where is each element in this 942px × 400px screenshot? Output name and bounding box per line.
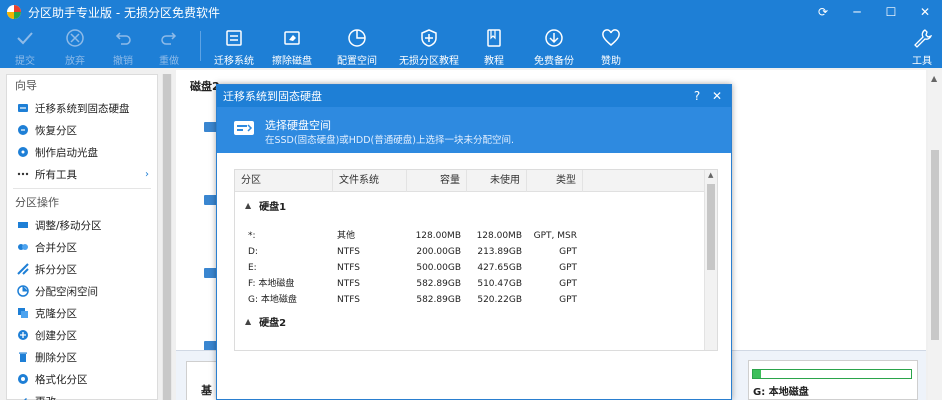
col-type[interactable]: 类型 [527, 170, 583, 192]
partition-ops-section-title: 分区操作 [15, 196, 59, 209]
redo-icon [157, 27, 181, 49]
banner-subtitle: 在SSD(固态硬盘)或HDD(普通硬盘)上选择一块未分配空间. [265, 135, 514, 146]
col-filesystem[interactable]: 文件系统 [333, 170, 407, 192]
clone-icon [17, 307, 29, 319]
table-scrollbar[interactable]: ▲ [704, 170, 717, 350]
sidebar-item-all-tools[interactable]: 所有工具 › [7, 163, 157, 185]
dialog-banner: 选择硬盘空间 在SSD(固态硬盘)或HDD(普通硬盘)上选择一块未分配空间. [217, 107, 731, 153]
sidebar-item-migrate-ssd[interactable]: 迁移系统到固态硬盘 [7, 97, 157, 119]
pie-chart-icon [345, 27, 369, 49]
boot-disc-icon [17, 146, 29, 158]
table-header: 分区 文件系统 容量 未使用 类型 [235, 170, 705, 192]
disk-group-2[interactable]: ▲ 硬盘2 [245, 312, 286, 330]
sidebar-item-merge[interactable]: 合并分区 [7, 236, 157, 258]
maximize-button[interactable]: ☐ [874, 0, 908, 24]
wizard-section-title: 向导 [15, 79, 37, 92]
edit-icon [17, 395, 29, 400]
heart-icon [599, 27, 623, 49]
book-icon [482, 27, 506, 49]
tutorial-button[interactable]: 教程 [469, 24, 519, 68]
dialog-close-button[interactable]: ✕ [707, 85, 727, 107]
allocate-space-button[interactable]: 配置空间 [325, 24, 389, 68]
expand-triangle-icon: ▲ [245, 200, 252, 210]
backup-icon [542, 27, 566, 49]
wipe-disk-button[interactable]: 擦除磁盘 [259, 24, 325, 68]
migrate-os-button[interactable]: 迁移系统 [209, 24, 259, 68]
title-bar: 分区助手专业版 - 无损分区免费软件 ⟳ ─ ☐ ✕ [0, 0, 942, 24]
sidebar: 向导 迁移系统到固态硬盘 恢复分区 制作启动光盘 所有工具 › 分区操作 调整/… [6, 74, 158, 400]
cancel-circle-icon [63, 27, 87, 49]
undo-button[interactable]: 撤销 [100, 24, 146, 68]
dots-icon [17, 168, 29, 180]
help-button[interactable]: ? [687, 85, 707, 107]
chevron-right-icon: › [145, 168, 149, 180]
sidebar-item-allocate-free[interactable]: 分配空闲空间 [7, 280, 157, 302]
sidebar-item-delete[interactable]: 删除分区 [7, 346, 157, 368]
donate-button[interactable]: 赞助 [589, 24, 633, 68]
undo-icon [111, 27, 135, 49]
resize-icon [17, 219, 29, 231]
recover-icon [17, 124, 29, 136]
migrate-icon [17, 102, 29, 114]
format-icon [17, 373, 29, 385]
sidebar-item-clone[interactable]: 克隆分区 [7, 302, 157, 324]
sidebar-scrollbar[interactable] [162, 74, 172, 400]
create-icon [17, 329, 29, 341]
usage-bar [752, 369, 912, 379]
table-row[interactable]: E: NTFS 500.00GB 427.65GB GPT [235, 260, 705, 276]
refresh-icon[interactable]: ⟳ [806, 0, 840, 24]
toolbar: 提交 放弃 撤销 重做 迁移系统 擦除磁盘 配置空间 无损分区教程 教程 免费备… [0, 24, 942, 68]
col-unused[interactable]: 未使用 [467, 170, 527, 192]
sidebar-item-format[interactable]: 格式化分区 [7, 368, 157, 390]
migrate-dialog: 迁移系统到固态硬盘 ? ✕ 选择硬盘空间 在SSD(固态硬盘)或HDD(普通硬盘… [216, 84, 732, 400]
minimize-button[interactable]: ─ [840, 0, 874, 24]
col-capacity[interactable]: 容量 [407, 170, 467, 192]
table-row[interactable]: D: NTFS 200.00GB 213.89GB GPT [235, 244, 705, 260]
check-icon [13, 27, 37, 49]
free-backup-button[interactable]: 免费备份 [519, 24, 589, 68]
ssd-icon [233, 117, 255, 139]
scroll-up-icon[interactable]: ▲ [931, 74, 937, 83]
main-scrollbar[interactable]: ▲ [928, 70, 942, 400]
table-row[interactable]: *: 其他 128.00MB 128.00MB GPT, MSR [235, 228, 705, 244]
merge-icon [17, 241, 29, 253]
sidebar-divider [13, 188, 151, 189]
dialog-title-bar: 迁移系统到固态硬盘 ? ✕ [217, 85, 731, 107]
lossless-tutorial-button[interactable]: 无损分区教程 [389, 24, 469, 68]
scroll-up-icon[interactable]: ▲ [708, 171, 713, 179]
app-logo-icon [6, 4, 22, 20]
tools-button[interactable]: 工具 [902, 24, 942, 68]
sidebar-item-split[interactable]: 拆分分区 [7, 258, 157, 280]
dialog-title: 迁移系统到固态硬盘 [223, 90, 322, 103]
sidebar-item-create[interactable]: 创建分区 [7, 324, 157, 346]
table-row[interactable]: F: 本地磁盘 NTFS 582.89GB 510.47GB GPT [235, 276, 705, 292]
sidebar-item-recover-partition[interactable]: 恢复分区 [7, 119, 157, 141]
partition-table: 分区 文件系统 容量 未使用 类型 ▲ ▲ 硬盘1 *: 其他 128.00MB… [234, 169, 718, 351]
wrench-icon [910, 27, 934, 49]
split-icon [17, 263, 29, 275]
redo-button[interactable]: 重做 [146, 24, 192, 68]
shield-plus-icon [417, 27, 441, 49]
commit-button[interactable]: 提交 [0, 24, 50, 68]
close-button[interactable]: ✕ [908, 0, 942, 24]
migrate-disk-icon [222, 27, 246, 49]
expand-triangle-icon: ▲ [245, 316, 252, 326]
toolbar-divider [200, 31, 201, 61]
col-partition[interactable]: 分区 [235, 170, 333, 192]
sidebar-item-change[interactable]: 更改 [7, 390, 157, 400]
disk-tile[interactable]: 基 [186, 361, 220, 400]
eraser-icon [280, 27, 304, 49]
discard-button[interactable]: 放弃 [50, 24, 100, 68]
table-row[interactable]: G: 本地磁盘 NTFS 582.89GB 520.22GB GPT [235, 292, 705, 308]
trash-icon [17, 351, 29, 363]
banner-title: 选择硬盘空间 [265, 119, 331, 132]
sidebar-item-resize-move[interactable]: 调整/移动分区 [7, 214, 157, 236]
disk-group-1[interactable]: ▲ 硬盘1 [245, 196, 286, 214]
allocate-icon [17, 285, 29, 297]
app-title: 分区助手专业版 - 无损分区免费软件 [28, 5, 220, 20]
partition-tile-g[interactable]: G: 本地磁盘 [748, 360, 918, 400]
sidebar-item-boot-disc[interactable]: 制作启动光盘 [7, 141, 157, 163]
